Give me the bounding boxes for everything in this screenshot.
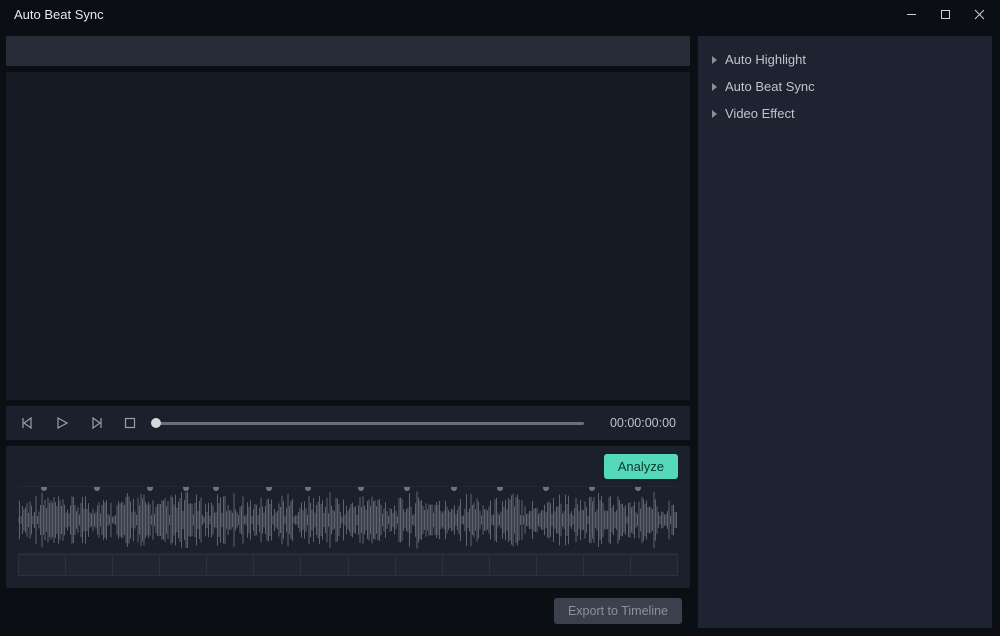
stop-button[interactable] [122,415,138,431]
sidebar-item-label: Video Effect [725,106,795,121]
export-to-timeline-button[interactable]: Export to Timeline [554,598,682,624]
segment-cell[interactable] [490,555,537,575]
segment-cell[interactable] [113,555,160,575]
sidebar-item-auto-beat-sync[interactable]: Auto Beat Sync [710,73,980,100]
segment-cell[interactable] [584,555,631,575]
timecode-display: 00:00:00:00 [610,416,676,430]
minimize-button[interactable] [894,0,928,28]
segment-cell[interactable] [301,555,348,575]
segment-cell[interactable] [160,555,207,575]
segment-cell[interactable] [443,555,490,575]
segment-cell[interactable] [19,555,66,575]
stop-icon [123,416,137,430]
titlebar: Auto Beat Sync [0,0,1000,28]
chevron-right-icon [712,110,717,118]
segment-cell[interactable] [396,555,443,575]
chevron-right-icon [712,56,717,64]
segment-track[interactable] [18,554,678,576]
left-column: 00:00:00:00 Analyze Export to Timeline [6,36,690,628]
next-frame-icon [89,416,103,430]
waveform-area[interactable] [18,486,678,554]
clip-strip[interactable] [6,36,690,66]
play-icon [55,416,69,430]
sidebar-item-auto-highlight[interactable]: Auto Highlight [710,46,980,73]
segment-cell[interactable] [631,555,677,575]
transport-bar: 00:00:00:00 [6,406,690,440]
main-area: 00:00:00:00 Analyze Export to Timeline A… [0,28,1000,636]
segment-cell[interactable] [254,555,301,575]
window-title: Auto Beat Sync [14,7,104,22]
waveform-panel: Analyze [6,446,690,588]
close-button[interactable] [962,0,996,28]
maximize-icon [940,9,951,20]
close-icon [974,9,985,20]
sidebar-item-label: Auto Highlight [725,52,806,67]
prev-frame-icon [21,416,35,430]
export-row: Export to Timeline [6,594,690,628]
sidebar-item-label: Auto Beat Sync [725,79,815,94]
sidebar-item-video-effect[interactable]: Video Effect [710,100,980,127]
prev-frame-button[interactable] [20,415,36,431]
next-frame-button[interactable] [88,415,104,431]
window-controls [894,0,996,28]
playhead-slider[interactable] [156,422,584,425]
segment-cell[interactable] [66,555,113,575]
analyze-button[interactable]: Analyze [604,454,678,479]
chevron-right-icon [712,83,717,91]
waveform-svg [18,487,678,553]
segment-cell[interactable] [537,555,584,575]
segment-cell[interactable] [349,555,396,575]
segment-cell[interactable] [207,555,254,575]
play-button[interactable] [54,415,70,431]
minimize-icon [906,9,917,20]
preview-viewport[interactable] [6,72,690,400]
maximize-button[interactable] [928,0,962,28]
right-sidebar: Auto Highlight Auto Beat Sync Video Effect [698,36,992,628]
playhead-thumb[interactable] [151,418,161,428]
